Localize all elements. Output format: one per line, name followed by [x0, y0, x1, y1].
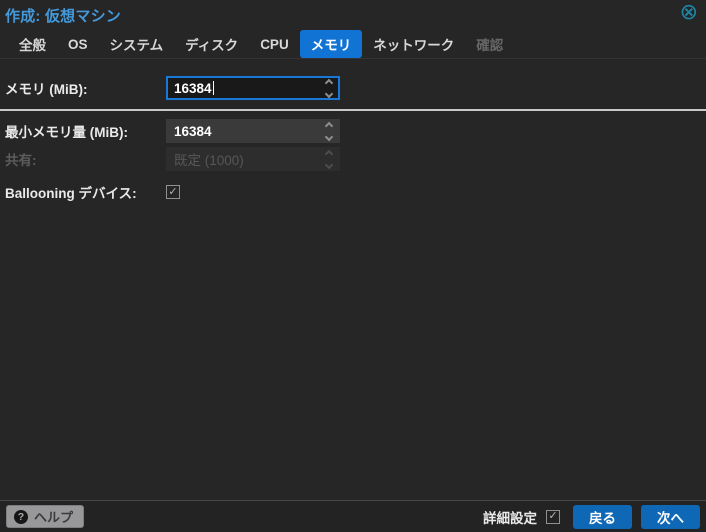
spin-down-button[interactable]: [324, 89, 334, 98]
memory-form: メモリ (MiB): 16384 最小メモリ量 (MiB): 16384 共有:…: [0, 59, 706, 204]
tab-os[interactable]: OS: [57, 33, 99, 56]
help-button-label: ヘルプ: [34, 510, 74, 525]
spin-up-button[interactable]: [324, 78, 334, 87]
advanced-label: 詳細設定: [483, 510, 537, 526]
memory-value: 16384: [174, 80, 214, 96]
min-memory-label: 最小メモリ量 (MiB):: [5, 125, 128, 140]
footer-actions: 詳細設定 ✓ 戻る 次へ: [483, 504, 700, 529]
shares-row: 共有: 既定 (1000): [5, 147, 706, 171]
memory-input[interactable]: 16384: [166, 76, 340, 100]
spin-up-icon: [324, 149, 334, 158]
dialog-title: 作成: 仮想マシン: [5, 8, 121, 25]
create-vm-dialog: 作成: 仮想マシン ⊗ 全般 OS システム ディスク CPU メモリ ネットワ…: [0, 0, 706, 532]
text-caret: [212, 80, 214, 95]
dialog-footer: ? ヘルプ 詳細設定 ✓ 戻る 次へ: [0, 500, 706, 532]
min-memory-spinner: [323, 121, 335, 142]
advanced-separator: [0, 109, 706, 111]
shares-spinner: [323, 149, 335, 170]
wizard-tabbar: 全般 OS システム ディスク CPU メモリ ネットワーク 確認: [0, 30, 706, 59]
memory-row: メモリ (MiB): 16384: [5, 76, 706, 100]
memory-spinner: [323, 78, 335, 99]
memory-label: メモリ (MiB):: [5, 82, 88, 97]
tab-general[interactable]: 全般: [8, 30, 57, 58]
close-icon[interactable]: ⊗: [680, 2, 698, 24]
tab-cpu[interactable]: CPU: [249, 33, 300, 56]
shares-value: 既定 (1000): [174, 153, 244, 168]
check-icon: ✓: [548, 510, 558, 522]
spin-down-icon: [324, 160, 334, 169]
tab-network[interactable]: ネットワーク: [362, 30, 465, 58]
shares-label: 共有:: [5, 153, 37, 168]
back-button[interactable]: 戻る: [573, 504, 632, 529]
ballooning-checkbox[interactable]: ✓: [166, 185, 180, 199]
min-memory-value: 16384: [174, 123, 212, 139]
tab-system[interactable]: システム: [99, 30, 175, 58]
check-icon: ✓: [168, 185, 178, 198]
shares-input: 既定 (1000): [166, 147, 340, 171]
spin-down-button[interactable]: [324, 132, 334, 141]
question-icon: ?: [14, 509, 28, 524]
next-button[interactable]: 次へ: [641, 504, 700, 529]
help-button[interactable]: ? ヘルプ: [6, 505, 85, 528]
tab-memory[interactable]: メモリ: [299, 30, 363, 58]
tab-confirm: 確認: [476, 38, 504, 53]
ballooning-row: Ballooning デバイス: ✓: [5, 180, 706, 204]
min-memory-input[interactable]: 16384: [166, 119, 340, 143]
tab-disks[interactable]: ディスク: [174, 30, 249, 58]
ballooning-label: Ballooning デバイス:: [5, 186, 137, 201]
min-memory-row: 最小メモリ量 (MiB): 16384: [5, 119, 706, 143]
spin-up-button[interactable]: [324, 121, 334, 130]
dialog-titlebar: 作成: 仮想マシン ⊗: [0, 0, 706, 30]
advanced-checkbox[interactable]: ✓: [546, 509, 560, 524]
